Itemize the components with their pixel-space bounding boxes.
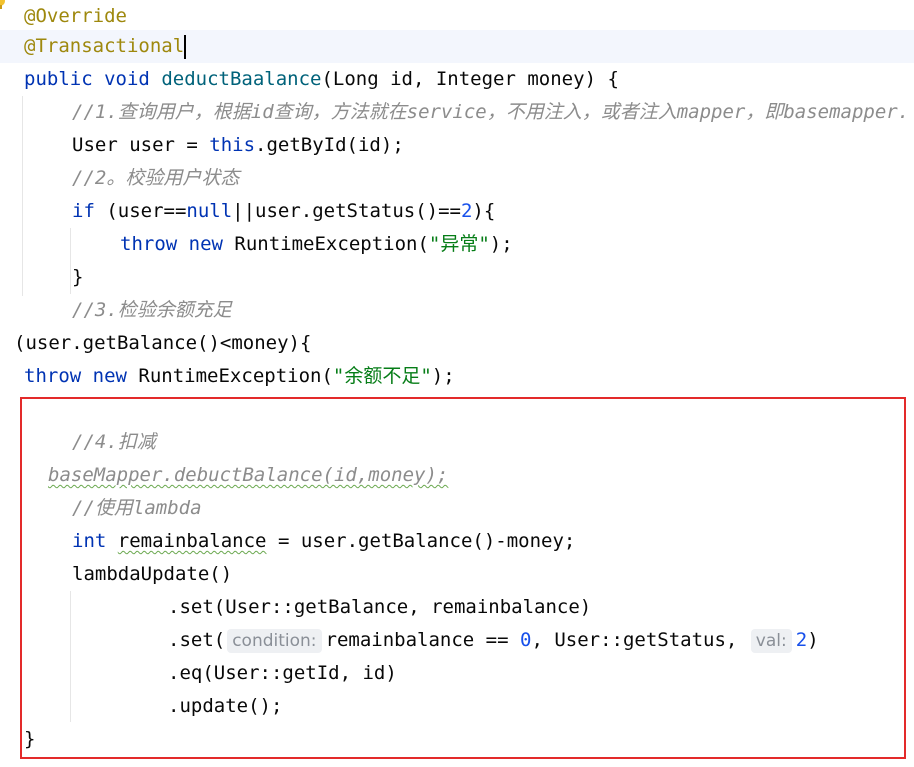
keyword-new: new	[188, 233, 223, 255]
parameter-hint: val:	[750, 628, 792, 653]
code-line-19[interactable]: .set(condition: remainbalance == 0, User:…	[168, 624, 819, 657]
indent-guide	[22, 96, 23, 296]
commented-code: baseMapper.debuctBalance(id,money);	[48, 464, 449, 486]
method-name: deductBaalance	[161, 68, 322, 90]
code-line-5[interactable]: User user = this.getById(id);	[72, 129, 404, 162]
string-literal: "余额不足"	[332, 365, 432, 387]
text-caret	[184, 34, 187, 59]
code-line-8[interactable]: throw new RuntimeException("异常");	[120, 228, 513, 261]
comment-3: //3.检验余额充足	[72, 299, 232, 321]
comment-1: //1.查询用户，根据id查询，方法就在service，不用注入，或者注入map…	[72, 101, 910, 123]
keyword-void: void	[104, 68, 150, 90]
comment-2: //2。校验用户状态	[72, 167, 240, 189]
code-line-11[interactable]: (user.getBalance()<money){	[14, 327, 311, 360]
code-text: );	[489, 233, 513, 255]
code-text: RuntimeException(	[126, 365, 333, 387]
lightbulb-icon[interactable]	[0, 0, 6, 10]
variable-name: remainbalance	[117, 530, 267, 552]
override-annotation: @Override	[24, 5, 127, 27]
number-literal: 2	[795, 629, 808, 651]
closing-brace: }	[24, 728, 36, 750]
code-line-4[interactable]: //1.查询用户，根据id查询，方法就在service，不用注入，或者注入map…	[72, 96, 909, 129]
comment-5: //使用lambda	[72, 497, 202, 519]
keyword-int: int	[72, 530, 107, 552]
code-line-13[interactable]: //4.扣减	[72, 426, 156, 459]
code-line-16[interactable]: int remainbalance = user.getBalance()-mo…	[72, 525, 575, 558]
code-text: (user.getBalance()<money){	[14, 332, 312, 354]
code-text: .eq(User::getId, id)	[168, 662, 397, 684]
code-text: .update();	[168, 695, 283, 717]
code-line-9[interactable]: }	[72, 261, 83, 294]
comment-4: //4.扣减	[72, 431, 156, 453]
number-literal: 2	[460, 200, 473, 222]
code-line-7[interactable]: if (user==null||user.getStatus()==2){	[72, 195, 495, 228]
code-text: RuntimeException(	[222, 233, 429, 255]
code-text: .set(	[168, 629, 226, 651]
parameter-hint: condition:	[227, 628, 322, 653]
code-line-12[interactable]: throw new RuntimeException("余额不足");	[24, 360, 455, 393]
keyword-if: if	[72, 200, 95, 222]
keyword-null: null	[186, 200, 233, 222]
closing-brace: }	[72, 266, 84, 288]
code-text: lambdaUpdate()	[72, 563, 233, 585]
code-text: .getById(id);	[255, 134, 404, 156]
code-line-10[interactable]: //3.检验余额充足	[72, 294, 232, 327]
string-literal: "异常"	[428, 233, 490, 255]
code-text: )	[807, 629, 819, 651]
code-line-14[interactable]: baseMapper.debuctBalance(id,money);	[48, 459, 448, 492]
code-line-17[interactable]: lambdaUpdate()	[72, 558, 232, 591]
keyword-public: public	[24, 68, 93, 90]
code-line-15[interactable]: //使用lambda	[72, 492, 202, 525]
transactional-annotation: @Transactional	[24, 35, 185, 57]
code-text: User user =	[72, 134, 210, 156]
code-line-6[interactable]: //2。校验用户状态	[72, 162, 239, 195]
code-text: remainbalance ==	[325, 629, 520, 651]
code-line-3[interactable]: public void deductBaalance(Long id, Inte…	[24, 63, 619, 96]
keyword-throw: throw	[120, 233, 178, 255]
code-text: );	[431, 365, 455, 387]
code-text: (user==	[94, 200, 187, 222]
code-line-21[interactable]: .update();	[168, 690, 282, 723]
code-text: .set(User::getBalance, remainbalance)	[168, 596, 592, 618]
keyword-new: new	[92, 365, 127, 387]
code-line-2[interactable]: @Transactional	[24, 30, 187, 63]
code-line-22[interactable]: }	[24, 723, 35, 756]
keyword-this: this	[209, 134, 256, 156]
code-text: , User::getStatus,	[531, 629, 749, 651]
code-line-18[interactable]: .set(User::getBalance, remainbalance)	[168, 591, 591, 624]
indent-guide	[70, 228, 71, 294]
number-literal: 0	[520, 629, 532, 651]
code-text: ||user.getStatus()==	[232, 200, 461, 222]
code-text: ){	[472, 200, 496, 222]
code-line-20[interactable]: .eq(User::getId, id)	[168, 657, 397, 690]
code-line-1[interactable]: @Override	[24, 0, 127, 33]
method-params: (Long id, Integer money) {	[321, 68, 619, 90]
code-text: = user.getBalance()-money;	[266, 530, 576, 552]
keyword-throw: throw	[24, 365, 82, 387]
